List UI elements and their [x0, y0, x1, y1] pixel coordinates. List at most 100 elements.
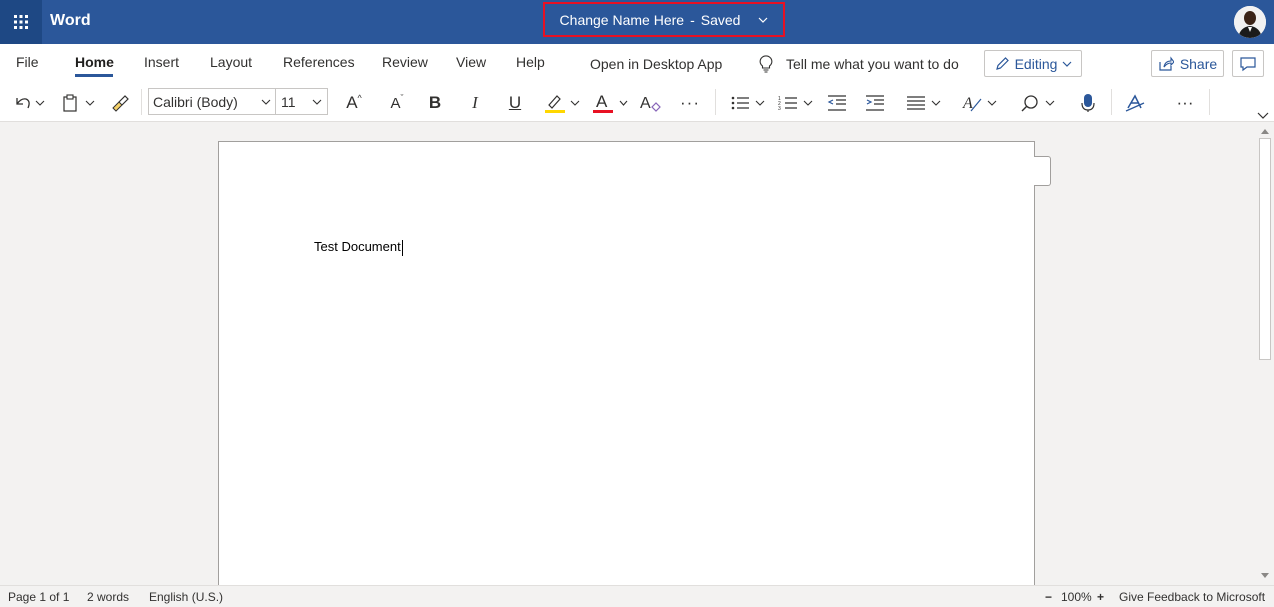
status-bar: Page 1 of 1 2 words English (U.S.) − 100…: [0, 585, 1274, 607]
underline-label: U: [508, 93, 522, 112]
alignment-button[interactable]: [900, 91, 944, 115]
title-bar: Word Change Name Here - Saved: [0, 0, 1274, 44]
chevron-down-icon: [758, 17, 768, 23]
chevron-down-icon: [1062, 61, 1072, 67]
tab-review[interactable]: Review: [382, 54, 428, 70]
clear-formatting-icon: A: [639, 93, 663, 113]
decrease-indent-button[interactable]: [824, 91, 850, 115]
increase-indent-icon: [864, 94, 886, 112]
numbering-icon: 123: [777, 94, 815, 112]
font-size-value: 11: [281, 93, 296, 110]
share-label: Share: [1179, 55, 1218, 72]
increase-indent-button[interactable]: [862, 91, 888, 115]
share-button[interactable]: Share: [1151, 50, 1224, 77]
ribbon-divider: [1209, 89, 1210, 115]
clipboard-icon: [61, 94, 97, 112]
zoom-out-button[interactable]: −: [1045, 590, 1052, 604]
tab-insert[interactable]: Insert: [144, 54, 179, 70]
app-name[interactable]: Word: [50, 12, 91, 30]
document-name-button[interactable]: Change Name Here - Saved: [543, 2, 785, 37]
open-in-desktop-app[interactable]: Open in Desktop App: [590, 56, 722, 72]
styles-button[interactable]: A: [960, 91, 1000, 115]
svg-text:A: A: [640, 95, 651, 112]
page-count: Page 1 of 1: [8, 590, 70, 604]
find-button[interactable]: [1018, 91, 1058, 115]
scroll-up-arrow[interactable]: [1258, 124, 1272, 138]
editor-button[interactable]: [1122, 91, 1148, 115]
chevron-down-icon: [1257, 112, 1269, 120]
document-canvas: Test Document: [0, 122, 1256, 585]
language[interactable]: English (U.S.): [149, 590, 223, 604]
editor-icon: [1124, 93, 1146, 113]
bold-label: B: [428, 93, 442, 112]
font-name-value: Calibri (Body): [153, 93, 238, 110]
dictate-button[interactable]: [1076, 91, 1100, 115]
tab-file[interactable]: File: [16, 54, 39, 70]
document-page[interactable]: Test Document: [218, 141, 1035, 585]
scroll-thumb[interactable]: [1259, 138, 1271, 360]
styles-icon: A: [961, 93, 999, 113]
more-options-button[interactable]: ···: [1170, 91, 1200, 115]
ribbon-divider: [141, 89, 142, 115]
tab-help[interactable]: Help: [516, 54, 545, 70]
decrease-indent-icon: [826, 94, 848, 112]
tab-references[interactable]: References: [283, 54, 355, 70]
menu-tabs: File Home Insert Layout References Revie…: [0, 44, 1274, 84]
zoom-in-button[interactable]: +: [1097, 590, 1104, 604]
avatar[interactable]: [1234, 6, 1266, 38]
tab-home[interactable]: Home: [75, 54, 114, 70]
text-cursor: [401, 239, 403, 256]
numbering-button[interactable]: 123: [776, 91, 816, 115]
more-label: ···: [680, 93, 700, 112]
editing-mode-button[interactable]: Editing: [984, 50, 1082, 77]
format-painter-button[interactable]: [108, 91, 132, 115]
font-name-dropdown[interactable]: Calibri (Body): [148, 88, 276, 115]
chevron-down-icon: [312, 99, 327, 105]
svg-text:A: A: [962, 95, 973, 112]
more-font-options-button[interactable]: ···: [676, 91, 704, 115]
highlighter-icon: [543, 92, 581, 114]
chevron-down-icon: [261, 99, 275, 105]
italic-label: I: [472, 93, 478, 112]
shrink-font-button[interactable]: Aˇ: [384, 91, 410, 115]
undo-icon: [13, 94, 45, 112]
tab-layout[interactable]: Layout: [210, 54, 252, 70]
find-icon: [1019, 94, 1057, 112]
document-name: Change Name Here: [559, 11, 685, 28]
bullets-button[interactable]: [728, 91, 768, 115]
document-body-text[interactable]: Test Document: [314, 239, 403, 256]
undo-button[interactable]: [10, 91, 48, 115]
page-side-tab: [1034, 156, 1051, 186]
paste-button[interactable]: [60, 91, 98, 115]
lightbulb-icon: [758, 55, 774, 73]
font-color-icon: A: [591, 92, 629, 114]
bold-button[interactable]: B: [424, 91, 446, 115]
ribbon-divider: [1111, 89, 1112, 115]
align-icon: [901, 94, 943, 112]
underline-button[interactable]: U: [504, 91, 526, 115]
scroll-down-arrow[interactable]: [1258, 569, 1272, 583]
dictate-icon: [1080, 93, 1096, 113]
vertical-scrollbar[interactable]: [1256, 122, 1274, 585]
clear-formatting-button[interactable]: A: [638, 91, 664, 115]
editing-label: Editing: [1014, 55, 1058, 72]
give-feedback-link[interactable]: Give Feedback to Microsoft: [1119, 590, 1265, 604]
grow-font-label: A: [346, 93, 358, 112]
comment-icon: [1239, 56, 1257, 72]
active-tab-indicator: [75, 74, 113, 77]
font-size-dropdown[interactable]: 11: [275, 88, 328, 115]
italic-button[interactable]: I: [464, 91, 486, 115]
zoom-level[interactable]: 100%: [1061, 590, 1092, 604]
format-painter-icon: [110, 94, 130, 112]
word-count[interactable]: 2 words: [87, 590, 129, 604]
font-color-button[interactable]: A: [590, 91, 630, 115]
save-status: Saved: [700, 11, 741, 28]
svg-text:3: 3: [778, 106, 781, 112]
highlight-color-button[interactable]: [542, 91, 582, 115]
grow-font-button[interactable]: A ^: [340, 91, 368, 115]
app-launcher-button[interactable]: [0, 0, 42, 44]
title-separator: -: [690, 11, 695, 28]
tab-view[interactable]: View: [456, 54, 486, 70]
comments-button[interactable]: [1232, 50, 1264, 77]
tell-me-search[interactable]: Tell me what you want to do: [786, 56, 959, 72]
